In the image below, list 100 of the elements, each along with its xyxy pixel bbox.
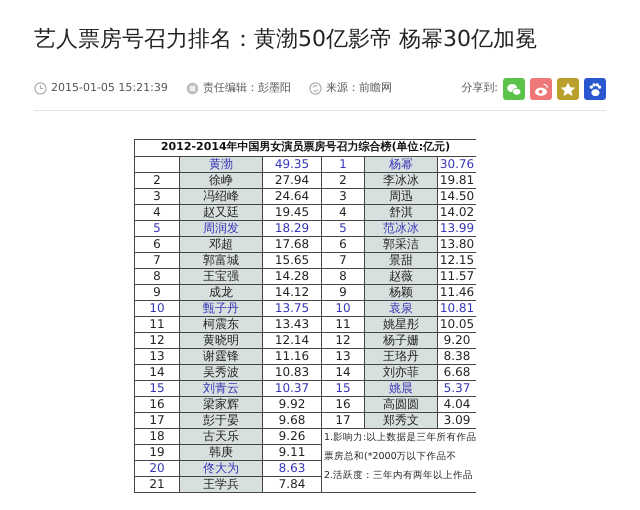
name-cell: 景甜: [365, 252, 437, 268]
name-cell: 黄渤: [180, 156, 262, 172]
value-cell: 13.99: [438, 220, 476, 236]
rank-cell: 9: [135, 284, 179, 300]
name-cell: 赵薇: [365, 268, 437, 284]
name-cell: 舒淇: [365, 204, 437, 220]
rank-cell: 4: [135, 204, 179, 220]
rank-cell: 2: [322, 172, 364, 188]
meta-text: 来源：前瞻网: [326, 80, 392, 96]
rank-cell: 13: [135, 348, 179, 364]
name-cell: 郭采洁: [365, 236, 437, 252]
name-cell: 彭于晏: [180, 412, 262, 428]
value-cell: 6.68: [438, 364, 476, 380]
rank-cell: 6: [322, 236, 364, 252]
rank-cell: 19: [135, 444, 179, 460]
table-title: 2012-2014年中国男女演员票房号召力综合榜(单位:亿元): [135, 140, 476, 156]
value-cell: 12.15: [438, 252, 476, 268]
value-cell: 24.64: [263, 188, 321, 204]
rank-cell: 5: [135, 220, 179, 236]
rank-cell: 11: [322, 316, 364, 332]
rank-cell: 3: [322, 188, 364, 204]
value-cell: 3.09: [438, 412, 476, 428]
name-cell: 范冰冰: [365, 220, 437, 236]
name-cell: 梁家辉: [180, 396, 262, 412]
value-cell: 14.02: [438, 204, 476, 220]
rank-cell: 1: [322, 156, 364, 172]
name-cell: 韩庚: [180, 444, 262, 460]
rank-cell: 16: [135, 396, 179, 412]
name-cell: 杨颖: [365, 284, 437, 300]
name-cell: 黄晓明: [180, 332, 262, 348]
value-cell: 8.38: [438, 348, 476, 364]
name-cell: 杨幂: [365, 156, 437, 172]
rank-cell: 7: [322, 252, 364, 268]
rank-cell: 18: [135, 428, 179, 444]
value-cell: 14.50: [438, 188, 476, 204]
value-cell: 13.75: [263, 300, 321, 316]
headline: 艺人票房号召力排名：黄渤50亿影帝 杨幂30亿加冕: [33, 26, 538, 54]
value-cell: 12.14: [263, 332, 321, 348]
value-cell: 9.68: [263, 412, 321, 428]
name-cell: 周润发: [180, 220, 262, 236]
name-cell: 王珞丹: [365, 348, 437, 364]
rank-cell: 11: [135, 316, 179, 332]
weibo-button[interactable]: [530, 78, 552, 100]
rank-cell: 15: [135, 380, 179, 396]
value-cell: 9.26: [263, 428, 321, 444]
value-cell: 5.37: [438, 380, 476, 396]
value-cell: 27.94: [263, 172, 321, 188]
value-cell: 19.45: [263, 204, 321, 220]
name-cell: 甄子丹: [180, 300, 262, 316]
rank-cell: 2: [135, 172, 179, 188]
name-cell: 古天乐: [180, 428, 262, 444]
name-cell: 王学兵: [180, 476, 262, 492]
name-cell: 袁泉: [365, 300, 437, 316]
rank-cell: 5: [322, 220, 364, 236]
value-cell: 10.81: [438, 300, 476, 316]
name-cell: 周迅: [365, 188, 437, 204]
value-cell: 9.11: [263, 444, 321, 460]
name-cell: 成龙: [180, 284, 262, 300]
name-cell: 杨子姗: [365, 332, 437, 348]
baidu-button[interactable]: [584, 78, 606, 100]
rank-cell: 13: [322, 348, 364, 364]
note-text: 2.活跃度：三年内有两年以上作品: [324, 468, 474, 482]
meta-text: 责任编辑：彭墨阳: [202, 80, 291, 96]
value-cell: 4.04: [438, 396, 476, 412]
value-cell: 19.81: [438, 172, 476, 188]
value-cell: 8.63: [263, 460, 321, 476]
document-icon: [186, 82, 199, 95]
value-cell: 18.29: [263, 220, 321, 236]
name-cell: 佟大为: [180, 460, 262, 476]
name-cell: 刘亦菲: [365, 364, 437, 380]
name-cell: 王宝强: [180, 268, 262, 284]
rank-cell: 7: [135, 252, 179, 268]
share-label: 分享到:: [461, 80, 498, 96]
name-cell: 邓超: [180, 236, 262, 252]
wechat-button[interactable]: [503, 78, 525, 100]
name-cell: 谢霆锋: [180, 348, 262, 364]
rank-cell: 8: [322, 268, 364, 284]
name-cell: 郑秀文: [365, 412, 437, 428]
value-cell: 11.16: [263, 348, 321, 364]
meta-text: 2015-01-05 15:21:39: [51, 80, 168, 96]
qzone-button[interactable]: [557, 78, 579, 100]
name-cell: 吴秀波: [180, 364, 262, 380]
rank-cell: 10: [322, 300, 364, 316]
value-cell: 11.46: [438, 284, 476, 300]
rank-cell: 10: [135, 300, 179, 316]
value-cell: 15.65: [263, 252, 321, 268]
rank-cell: 6: [135, 236, 179, 252]
value-cell: 9.92: [263, 396, 321, 412]
value-cell: 13.43: [263, 316, 321, 332]
value-cell: 14.28: [263, 268, 321, 284]
value-cell: 17.68: [263, 236, 321, 252]
value-cell: 10.05: [438, 316, 476, 332]
rank-cell: 20: [135, 460, 179, 476]
name-cell: 姚星彤: [365, 316, 437, 332]
rank-cell: 12: [322, 332, 364, 348]
name-cell: 冯绍峰: [180, 188, 262, 204]
name-cell: 柯震东: [180, 316, 262, 332]
name-cell: 高圆圆: [365, 396, 437, 412]
value-cell: 10.37: [263, 380, 321, 396]
rank-cell: 9: [322, 284, 364, 300]
